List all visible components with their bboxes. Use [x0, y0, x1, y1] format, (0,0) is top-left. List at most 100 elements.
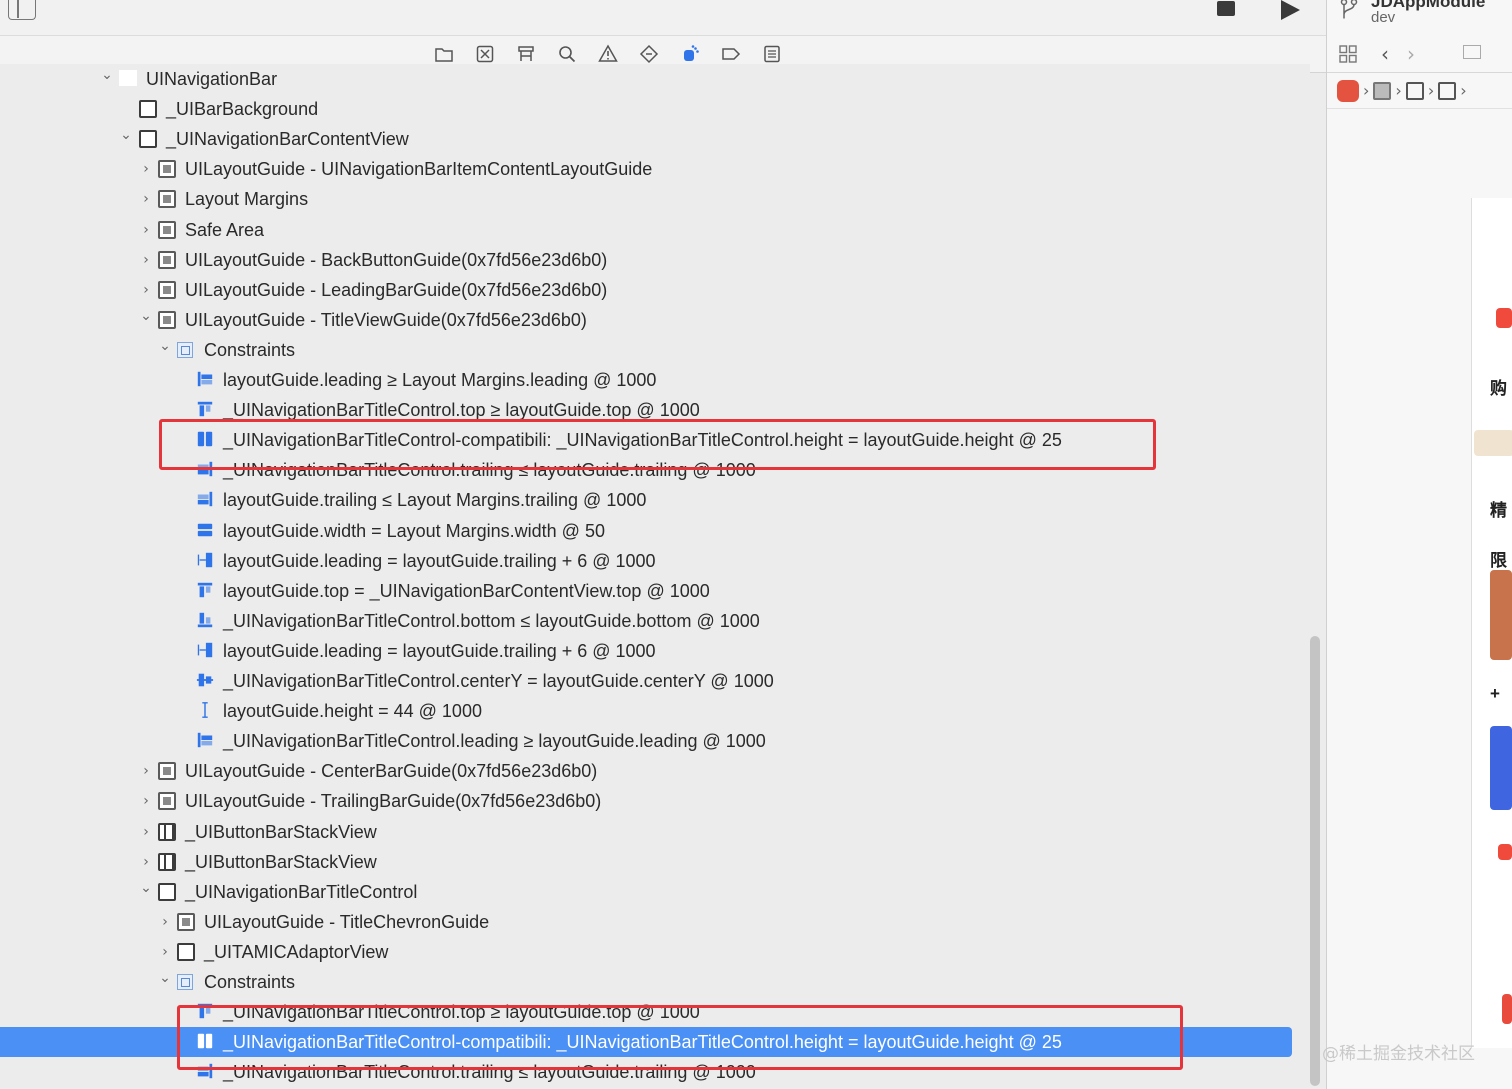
view-hierarchy-tree[interactable]: ⌄ UINavigationBar _UIBarBackground ⌄ _UINavi… — [0, 64, 1310, 1089]
tree-row[interactable]: layoutGuide.trailing ≤ Layout Margins.tr… — [0, 485, 1292, 515]
tree-row[interactable]: › UILayoutGuide - TitleChevronGuide — [0, 907, 1292, 937]
constraint-icon — [196, 611, 214, 629]
disclosure-closed-icon[interactable]: › — [139, 282, 153, 298]
tree-row[interactable]: layoutGuide.height = 44 @ 1000 — [0, 696, 1292, 726]
table-icon[interactable] — [1463, 45, 1481, 59]
tree-row[interactable]: › Safe Area — [0, 215, 1292, 245]
constraint-icon — [196, 490, 214, 508]
tree-row-label: layoutGuide.leading ≥ Layout Margins.lea… — [223, 370, 657, 390]
editor-toolbar: ‹ › — [1327, 36, 1512, 73]
folder-icon[interactable] — [432, 43, 456, 65]
disclosure-closed-icon[interactable]: › — [139, 191, 153, 207]
grid-icon[interactable] — [1339, 45, 1357, 63]
disclosure-open-icon[interactable]: ⌄ — [100, 67, 114, 83]
disclosure-closed-icon[interactable]: › — [139, 252, 153, 268]
highlight-box-2 — [177, 1005, 1183, 1070]
tree-row[interactable]: ⌄ UINavigationBar — [0, 64, 1292, 94]
tree-row[interactable]: layoutGuide.leading = layoutGuide.traili… — [0, 546, 1292, 576]
tree-row[interactable]: _UINavigationBarTitleControl.leading ≥ l… — [0, 726, 1292, 756]
symbol-icon[interactable] — [514, 43, 538, 65]
tree-row-label: layoutGuide.leading = layoutGuide.traili… — [223, 640, 656, 661]
disclosure-open-icon[interactable]: ⌄ — [139, 880, 153, 896]
tree-row[interactable]: _UINavigationBarTitleControl.bottom ≤ la… — [0, 606, 1292, 636]
tree-row[interactable]: layoutGuide.top = _UINavigationBarConten… — [0, 576, 1292, 606]
tree-row[interactable]: layoutGuide.leading ≥ Layout Margins.lea… — [0, 365, 1292, 395]
stop-button[interactable] — [1217, 1, 1235, 16]
forward-chevron-icon[interactable]: › — [1407, 42, 1415, 66]
tree-row[interactable]: layoutGuide.width = Layout Margins.width… — [0, 516, 1292, 546]
tree-row[interactable]: › UILayoutGuide - LeadingBarGuide(0x7fd56… — [0, 275, 1292, 305]
tree-row-label: UILayoutGuide - LeadingBarGuide(0x7fd56e… — [185, 279, 608, 300]
disclosure-closed-icon[interactable]: › — [139, 763, 153, 779]
find-icon[interactable] — [555, 43, 579, 65]
view-icon[interactable] — [1438, 81, 1457, 100]
layout-guide-icon — [177, 912, 195, 931]
jump-bar[interactable]: › › › › — [1327, 73, 1512, 109]
window-icon[interactable] — [1373, 81, 1392, 100]
tree-row-label: UILayoutGuide - TrailingBarGuide(0x7fd56… — [185, 791, 602, 812]
tree-row[interactable]: ⌄ _UINavigationBarTitleControl — [0, 877, 1292, 907]
disclosure-open-icon[interactable]: ⌄ — [139, 308, 153, 324]
tree-scrollbar[interactable] — [1310, 636, 1320, 1086]
app-icon[interactable] — [1337, 79, 1359, 102]
preview-text: 购 — [1490, 379, 1507, 398]
tree-row[interactable]: ⌄ UILayoutGuide - TitleViewGuide(0x7fd56e… — [0, 305, 1292, 335]
tree-row-label: UILayoutGuide - TitleChevronGuide — [204, 911, 490, 932]
tree-row-label: _UINavigationBarTitleControl.top ≥ layou… — [223, 400, 700, 421]
tree-row[interactable]: › UILayoutGuide - BackButtonGuide(0x7fd56… — [0, 245, 1292, 275]
tree-row-label: _UINavigationBarTitleControl.centerY = l… — [223, 671, 774, 691]
preview-block — [1502, 994, 1512, 1024]
layout-guide-icon — [158, 310, 176, 329]
navigation-bar-icon — [119, 70, 137, 86]
disclosure-closed-icon[interactable]: › — [158, 914, 172, 930]
sidebar-toggle-icon[interactable] — [8, 0, 36, 20]
layout-guide-icon — [158, 250, 176, 269]
disclosure-closed-icon[interactable]: › — [139, 854, 153, 870]
disclosure-closed-icon[interactable]: › — [158, 944, 172, 960]
disclosure-closed-icon[interactable]: › — [139, 793, 153, 809]
source-control-icon[interactable] — [473, 43, 497, 65]
stack-view-icon — [158, 852, 176, 871]
tree-row[interactable]: › UILayoutGuide - TrailingBarGuide(0x7fd5… — [0, 786, 1292, 816]
run-button[interactable] — [1281, 0, 1300, 20]
tree-row[interactable]: ⌄ Constraints — [0, 335, 1292, 365]
tree-row[interactable]: › UILayoutGuide - UINavigationBarItemCont… — [0, 154, 1292, 184]
preview-block — [1474, 430, 1512, 456]
view-icon — [158, 882, 176, 901]
tree-row-label: _UITAMICAdaptorView — [204, 941, 389, 962]
view-icon[interactable] — [1405, 81, 1424, 100]
disclosure-open-icon[interactable]: ⌄ — [158, 970, 172, 986]
debug-icon[interactable] — [678, 43, 702, 65]
tree-row[interactable]: › Layout Margins — [0, 184, 1292, 214]
preview-text: + — [1490, 684, 1500, 703]
disclosure-closed-icon[interactable]: › — [139, 824, 153, 840]
tree-row[interactable]: _UIBarBackground — [0, 94, 1292, 124]
tree-row[interactable]: › _UIButtonBarStackView — [0, 847, 1292, 877]
test-icon[interactable] — [637, 43, 661, 65]
disclosure-open-icon[interactable]: ⌄ — [119, 127, 133, 143]
tree-row[interactable]: › _UITAMICAdaptorView — [0, 937, 1292, 967]
issue-icon[interactable] — [596, 43, 620, 65]
tree-row-label: Constraints — [204, 339, 296, 360]
tree-row[interactable]: › UILayoutGuide - CenterBarGuide(0x7fd56e… — [0, 756, 1292, 786]
report-icon[interactable] — [760, 43, 784, 65]
tree-row-label: layoutGuide.top = _UINavigationBarConten… — [223, 580, 710, 601]
tree-row[interactable]: _UINavigationBarTitleControl.centerY = l… — [0, 666, 1292, 696]
tree-row[interactable]: ⌄ Constraints — [0, 967, 1292, 997]
tree-row-label: UILayoutGuide - BackButtonGuide(0x7fd56e… — [185, 249, 608, 270]
disclosure-closed-icon[interactable]: › — [139, 222, 153, 238]
branch-name: dev — [1371, 9, 1396, 26]
back-chevron-icon[interactable]: ‹ — [1381, 42, 1389, 66]
disclosure-closed-icon[interactable]: › — [139, 161, 153, 177]
breakpoint-icon[interactable] — [719, 43, 743, 65]
tree-row[interactable]: › _UIButtonBarStackView — [0, 817, 1292, 847]
tree-row-label: Safe Area — [185, 219, 265, 240]
tree-row[interactable]: layoutGuide.leading = layoutGuide.traili… — [0, 636, 1292, 666]
tree-row-label: _UINavigationBarContentView — [166, 129, 409, 150]
preview-text: 精 — [1490, 501, 1507, 520]
disclosure-open-icon[interactable]: ⌄ — [158, 338, 172, 354]
layout-guide-icon — [158, 762, 176, 781]
tree-row[interactable]: ⌄ _UINavigationBarContentView — [0, 124, 1292, 154]
preview-text: 限 — [1490, 551, 1507, 570]
view-icon — [139, 130, 157, 149]
